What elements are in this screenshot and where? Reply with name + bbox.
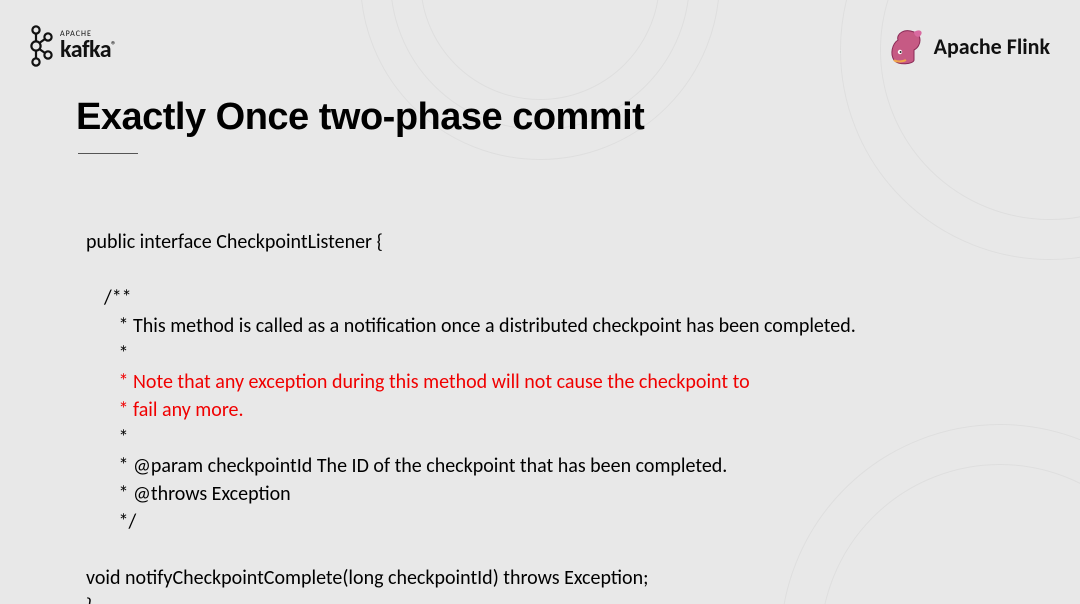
kafka-icon xyxy=(28,24,54,68)
code-line: * @throws Exception xyxy=(114,482,291,506)
code-line-highlight: * Note that any exception during this me… xyxy=(114,370,750,394)
doc-comment-body: * This method is called as a notificatio… xyxy=(114,312,1020,536)
title-block: Exactly Once two-phase commit xyxy=(76,96,1020,154)
flink-logo: Apache Flink xyxy=(884,26,1050,66)
code-line: public interface CheckpointListener { xyxy=(86,230,383,254)
code-line: * xyxy=(114,426,128,450)
kafka-logo: APACHE kafka® xyxy=(28,24,116,68)
title-underline xyxy=(78,153,138,154)
code-indent: /** * This method is called as a notific… xyxy=(104,284,1020,536)
code-line: */ xyxy=(114,510,136,534)
code-line: /** xyxy=(104,286,132,310)
header-logos: APACHE kafka® Apache Flink xyxy=(0,18,1080,74)
flink-name: Apache Flink xyxy=(934,33,1050,60)
code-line: * xyxy=(114,342,128,366)
code-block: public interface CheckpointListener { /*… xyxy=(86,200,1020,604)
kafka-name: kafka® xyxy=(60,38,116,62)
code-line: } xyxy=(86,594,92,604)
code-line: * @param checkpointId The ID of the chec… xyxy=(114,454,727,478)
code-line: * This method is called as a notificatio… xyxy=(114,314,856,338)
kafka-wordmark: APACHE kafka® xyxy=(60,30,116,62)
code-line: void notifyCheckpointComplete(long check… xyxy=(86,566,648,590)
slide-title: Exactly Once two-phase commit xyxy=(76,96,1020,139)
flink-squirrel-icon xyxy=(884,26,924,66)
code-line-highlight: * fail any more. xyxy=(114,398,244,422)
